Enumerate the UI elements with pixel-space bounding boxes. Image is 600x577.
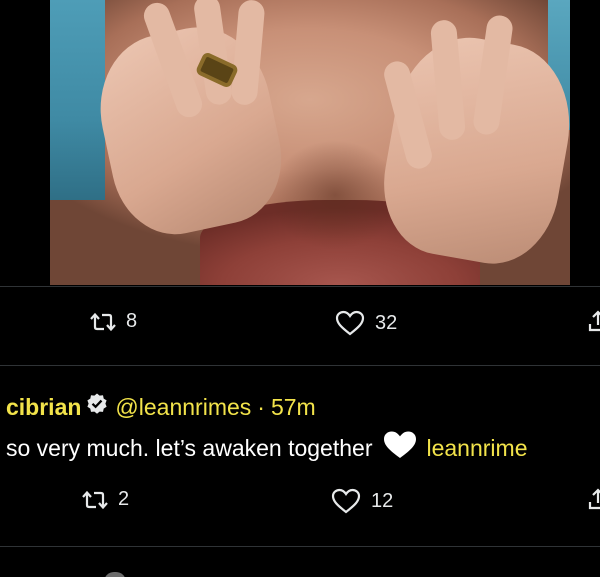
timestamp[interactable]: 57m: [271, 394, 316, 421]
pool-water-left: [50, 0, 105, 200]
share-icon: [588, 310, 600, 332]
divider: [0, 286, 600, 287]
reply-text-content: so very much. let’s awaken together: [6, 434, 373, 461]
retweet-icon: [90, 312, 116, 331]
like-button[interactable]: 32: [335, 310, 397, 336]
white-heart-icon: [382, 430, 418, 466]
divider: [0, 365, 600, 366]
like-button[interactable]: 12: [331, 488, 393, 514]
separator-dot: ·: [257, 393, 265, 420]
share-icon: [588, 488, 600, 510]
tweet-video-frame[interactable]: [50, 0, 570, 285]
reply-header: cibrian @leannrimes · 57m: [6, 392, 316, 422]
display-name[interactable]: cibrian: [6, 394, 81, 421]
reply-actions: 2 12: [0, 488, 600, 528]
next-tweet-avatar-peek: [104, 572, 126, 577]
like-count: 12: [371, 489, 394, 512]
like-count: 32: [375, 311, 398, 334]
retweet-button[interactable]: 8: [90, 310, 137, 333]
retweet-icon: [82, 490, 108, 509]
retweet-button[interactable]: 2: [82, 488, 129, 511]
tweet-feed: 8 32 cibrian @leannrimes · 57m so very m…: [0, 0, 600, 577]
retweet-count: 2: [118, 488, 130, 510]
heart-outline-icon: [331, 488, 361, 514]
top-tweet-actions: 8 32: [0, 310, 600, 350]
reply-text: so very much. let’s awaken together lean…: [6, 430, 527, 466]
mention-link[interactable]: leannrime: [426, 435, 527, 462]
share-button[interactable]: [588, 488, 600, 510]
retweet-count: 8: [126, 310, 138, 332]
divider: [0, 546, 600, 547]
heart-outline-icon: [335, 310, 365, 336]
chest-shadow: [270, 140, 400, 250]
tweet-media-container: [0, 0, 600, 285]
share-button[interactable]: [588, 310, 600, 332]
user-handle[interactable]: @leannrimes: [115, 394, 251, 421]
verified-badge-icon: [85, 392, 109, 422]
